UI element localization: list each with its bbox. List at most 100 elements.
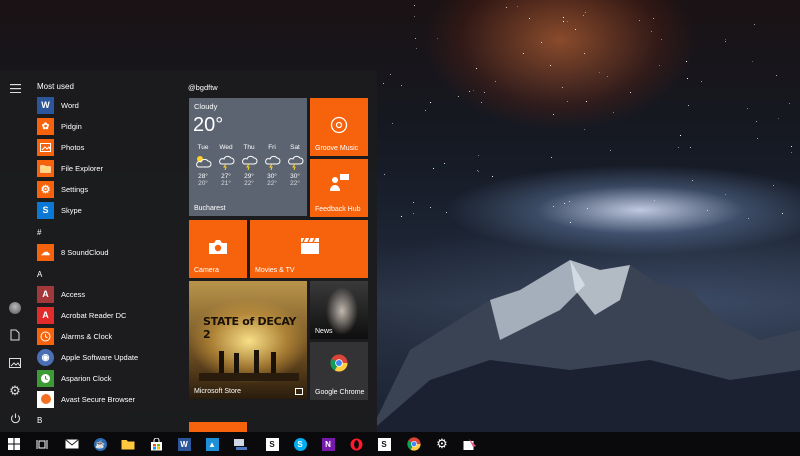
app-item-pidgin[interactable]: ✿ Pidgin — [37, 116, 177, 136]
app-item-photos[interactable]: Photos — [37, 137, 177, 157]
star — [412, 202, 414, 204]
star — [686, 77, 688, 79]
pidgin-icon: ✿ — [37, 117, 54, 135]
app-item-soundcloud[interactable]: ☁ 8 SoundCloud — [37, 242, 177, 262]
star — [430, 102, 432, 104]
partial-tile[interactable] — [189, 422, 247, 432]
star — [587, 208, 589, 210]
acrobat-icon: A — [37, 306, 54, 324]
photo-app-icon[interactable]: ▲ — [202, 434, 222, 454]
app-item-word[interactable]: W Word — [37, 95, 177, 115]
access-icon: A — [37, 285, 54, 303]
star — [389, 74, 391, 76]
settings-gear-icon[interactable]: ⚙ — [5, 381, 25, 401]
gear-icon: ⚙ — [37, 180, 54, 198]
sun-cloud-icon — [192, 154, 214, 172]
word-icon: W — [37, 96, 54, 114]
soundcloud-icon: ☁ — [37, 243, 54, 261]
star — [425, 109, 427, 111]
star — [562, 17, 564, 19]
star — [753, 24, 755, 26]
file-explorer-icon[interactable] — [118, 434, 138, 454]
star — [400, 215, 402, 217]
hamburger-menu-icon[interactable] — [5, 78, 25, 98]
tiles-area: @bgdftw Cloudy 20° Tue 28° 20° Wed 27° 2… — [188, 70, 377, 432]
star — [550, 65, 552, 67]
star — [654, 200, 656, 201]
feedback-hub-tile[interactable]: Feedback Hub — [310, 159, 368, 217]
app-item-file-explorer[interactable]: File Explorer — [37, 158, 177, 178]
google-chrome-tile[interactable]: Google Chrome — [310, 342, 368, 400]
documents-icon[interactable] — [5, 325, 25, 345]
star — [660, 38, 662, 40]
star — [413, 213, 415, 215]
app-item-skype[interactable]: S Skype — [37, 200, 177, 220]
star — [562, 86, 564, 88]
groove-music-tile[interactable]: Groove Music — [310, 98, 368, 156]
network-icon[interactable] — [230, 434, 250, 454]
app-item-access[interactable]: A Access — [37, 284, 177, 304]
star — [746, 108, 748, 110]
microsoft-store-tile[interactable]: STATE of DECAY 2 Microsoft Store — [189, 281, 307, 399]
s-app-icon[interactable]: S — [262, 434, 282, 454]
star — [751, 60, 753, 62]
user-avatar-icon[interactable] — [5, 298, 25, 318]
news-tile[interactable]: News — [310, 281, 368, 339]
star — [677, 147, 679, 148]
star — [584, 52, 586, 54]
app-item-asparion-clock[interactable]: Asparion Clock — [37, 368, 177, 388]
app-item-avast[interactable]: Avast Secure Browser — [37, 389, 177, 409]
s-app-icon-2[interactable]: S — [374, 434, 394, 454]
camera-icon — [208, 239, 228, 260]
mail-icon[interactable] — [62, 434, 82, 454]
star — [551, 156, 553, 158]
task-view-icon[interactable] — [32, 434, 52, 454]
star — [553, 205, 555, 207]
skype-icon: S — [37, 201, 54, 219]
star — [383, 173, 385, 175]
snip-icon[interactable] — [460, 434, 480, 454]
star — [475, 68, 477, 70]
onenote-icon[interactable]: N — [318, 434, 338, 454]
weather-tile[interactable]: Cloudy 20° Tue 28° 20° Wed 27° 21° Thu 2… — [189, 98, 307, 216]
weather-temperature: 20° — [193, 114, 224, 136]
store-icon[interactable] — [146, 434, 166, 454]
star — [724, 38, 726, 40]
star — [789, 102, 791, 104]
app-item-acrobat[interactable]: A Acrobat Reader DC — [37, 305, 177, 325]
star — [529, 17, 531, 19]
start-menu: ⚙ Most used W Word ✿ Pidgin Photos File … — [0, 70, 377, 432]
star — [523, 53, 525, 55]
star — [446, 211, 448, 213]
settings-icon[interactable]: ⚙ — [432, 434, 452, 454]
camera-tile[interactable]: Camera — [189, 220, 247, 278]
star — [585, 11, 587, 13]
star — [630, 92, 632, 94]
groove-music-icon — [330, 116, 348, 139]
skype-icon[interactable]: S — [290, 434, 310, 454]
star — [392, 123, 394, 125]
word-icon[interactable]: W — [174, 434, 194, 454]
movies-tv-tile[interactable]: Movies & TV — [250, 220, 368, 278]
app-list: Most used W Word ✿ Pidgin Photos File Ex… — [30, 70, 180, 432]
chrome-icon — [330, 354, 348, 377]
star — [566, 20, 568, 22]
avast-icon — [37, 390, 54, 408]
start-rail: ⚙ — [0, 70, 30, 432]
power-icon[interactable] — [5, 408, 25, 428]
star — [700, 80, 702, 82]
app-item-settings[interactable]: ⚙ Settings — [37, 179, 177, 199]
mountain-range — [370, 260, 800, 432]
star — [567, 101, 569, 103]
chrome-icon[interactable] — [404, 434, 424, 454]
star — [582, 14, 584, 16]
app-item-apple-software-update[interactable]: ◉ Apple Software Update — [37, 347, 177, 367]
app-item-alarms-clock[interactable]: Alarms & Clock — [37, 326, 177, 346]
start-icon[interactable] — [4, 434, 24, 454]
store-badge-icon — [295, 388, 303, 395]
opera-icon[interactable] — [346, 434, 366, 454]
cup-icon[interactable]: ☕ — [90, 434, 110, 454]
forecast-day: Sat 30° 22° — [284, 144, 306, 187]
pictures-icon[interactable] — [5, 353, 25, 373]
star — [476, 170, 478, 172]
